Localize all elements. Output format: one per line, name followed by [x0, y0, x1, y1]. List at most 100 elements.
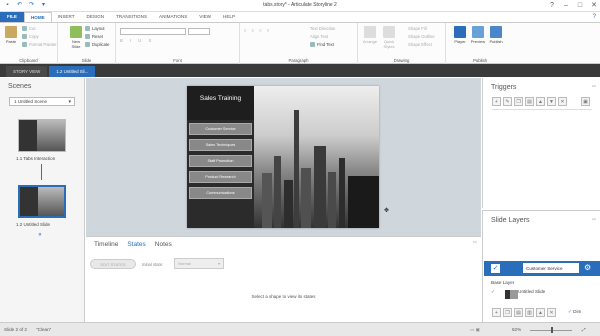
- duplicate-layer-icon[interactable]: ❐: [503, 308, 512, 317]
- gear-icon[interactable]: ⚙: [584, 263, 591, 272]
- tab-help[interactable]: HELP: [217, 12, 241, 22]
- tab-button-4[interactable]: Product Research: [189, 171, 252, 183]
- tab-button-1[interactable]: Customer Service: [189, 123, 252, 135]
- font-label: Font: [173, 58, 182, 63]
- chevron-down-icon: ▾: [68, 99, 71, 105]
- copy-trigger-icon[interactable]: ❐: [514, 97, 523, 106]
- base-layer-row[interactable]: ✓ Untitled Slide: [491, 289, 545, 295]
- player-button[interactable]: Player: [452, 26, 468, 44]
- tab-insert[interactable]: INSERT: [52, 12, 81, 22]
- copy-icon: [22, 34, 27, 39]
- panel-controls-icon[interactable]: ▫▫: [592, 84, 596, 90]
- new-slide-icon: [70, 26, 82, 38]
- edit-states-button[interactable]: EDIT STATES: [90, 259, 136, 269]
- layers-header: Slide Layers: [491, 217, 530, 224]
- align-text-button[interactable]: Align Text: [310, 34, 328, 40]
- new-trigger-icon[interactable]: +: [492, 97, 501, 106]
- copy-button[interactable]: Copy: [22, 34, 39, 40]
- reset-icon: [85, 34, 90, 39]
- paste-button[interactable]: Paste: [3, 26, 19, 44]
- layer-visibility-checkbox[interactable]: ✓: [491, 264, 500, 273]
- reset-button[interactable]: Reset: [85, 34, 103, 40]
- find-text-button[interactable]: Find Text: [310, 42, 334, 48]
- initial-state-dropdown[interactable]: Normal ▾: [174, 258, 224, 269]
- tab-design[interactable]: DESIGN: [81, 12, 111, 22]
- window-title: tabs.story* - Articulate Storyline 2: [263, 2, 337, 8]
- tab-story-view[interactable]: STORY VIEW: [6, 66, 48, 77]
- minimize-icon[interactable]: –: [562, 1, 570, 10]
- quick-styles-button[interactable]: Quick Styles: [381, 26, 397, 49]
- paste-trigger-icon[interactable]: ▤: [525, 97, 534, 106]
- publish-group: Player Preview Publish Publish: [450, 23, 510, 64]
- layer-row-selected[interactable]: ✓ Customer Service ⚙: [484, 261, 600, 276]
- slide-thumbnail-2[interactable]: [18, 185, 66, 218]
- tab-animations[interactable]: ANIMATIONS: [153, 12, 193, 22]
- maximize-icon[interactable]: □: [576, 1, 584, 10]
- tab-button-5[interactable]: Communications: [189, 187, 252, 199]
- help-icon[interactable]: ?: [548, 1, 556, 10]
- view-mode-icons[interactable]: ▭ ▣: [470, 327, 480, 333]
- shape-outline-button[interactable]: Shape Outline: [408, 34, 435, 40]
- paste-icon: [5, 26, 17, 38]
- copy-layer-icon[interactable]: ▤: [514, 308, 523, 317]
- tab-states[interactable]: States: [127, 241, 145, 248]
- font-size-dropdown[interactable]: [188, 28, 210, 35]
- delete-trigger-icon[interactable]: ✕: [558, 97, 567, 106]
- paste-layer-icon[interactable]: ▥: [525, 308, 534, 317]
- tab-file[interactable]: FILE: [0, 12, 24, 22]
- font-format-buttons[interactable]: B I U S: [120, 38, 154, 44]
- move-up-icon[interactable]: ▲: [536, 97, 545, 106]
- arrange-button[interactable]: Arrange: [362, 26, 378, 44]
- tab-timeline[interactable]: Timeline: [94, 241, 118, 248]
- help-circle-icon[interactable]: ?: [593, 14, 596, 20]
- tab-home[interactable]: HOME: [23, 12, 52, 22]
- chevron-down-icon: ▾: [217, 261, 220, 266]
- font-family-dropdown[interactable]: [120, 28, 186, 35]
- move-layer-icon[interactable]: ▲: [536, 308, 545, 317]
- preview-button[interactable]: Preview: [470, 26, 486, 44]
- list-buttons[interactable]: ≡ ≡ ≡ ≡: [244, 28, 271, 34]
- tab-view[interactable]: VIEW: [193, 12, 217, 22]
- tab-current-slide[interactable]: 1.2 Untitled Sli...: [49, 66, 96, 77]
- publish-button[interactable]: Publish: [488, 26, 504, 44]
- slide-count: Slide 2 of 2: [4, 327, 27, 332]
- check-icon: ✓: [491, 289, 495, 294]
- new-slide-button[interactable]: New Slide: [68, 26, 84, 49]
- scene-dropdown[interactable]: 1 Untitled Scene ▾: [9, 97, 75, 106]
- initial-state-label: Initial state:: [142, 262, 164, 267]
- variables-icon[interactable]: ▣: [581, 97, 590, 106]
- paragraph-group: ≡ ≡ ≡ ≡ Text Direction Align Text Find T…: [240, 23, 358, 64]
- delete-layer-icon[interactable]: ✕: [547, 308, 556, 317]
- edit-trigger-icon[interactable]: ✎: [503, 97, 512, 106]
- bottom-tabs: Timeline States Notes: [94, 241, 172, 248]
- layer-name-input[interactable]: Customer Service: [523, 263, 579, 273]
- shape-fill-button[interactable]: Shape Fill: [408, 26, 427, 32]
- tab-button-3[interactable]: Staff Promotion: [189, 155, 252, 167]
- player-icon: [454, 26, 466, 38]
- tab-button-2[interactable]: Sales Techniques: [189, 139, 252, 151]
- slide-thumbnail-1[interactable]: [18, 119, 66, 152]
- slide-link-arrow: [41, 164, 42, 180]
- duplicate-button[interactable]: Duplicate: [85, 42, 109, 48]
- tab-transitions[interactable]: TRANSITIONS: [110, 12, 153, 22]
- bottom-panel: Timeline States Notes ▫▫ EDIT STATES Ini…: [86, 236, 481, 322]
- fit-to-window-icon[interactable]: ⤢: [582, 327, 586, 332]
- duplicate-icon: [85, 42, 90, 47]
- close-icon[interactable]: ✕: [590, 1, 598, 10]
- dim-toggle[interactable]: ✓ Dim: [568, 309, 581, 315]
- window-controls: ? – □ ✕: [548, 1, 598, 10]
- new-layer-icon[interactable]: +: [492, 308, 501, 317]
- cut-button[interactable]: Cut: [22, 26, 36, 32]
- shape-effect-button[interactable]: Shape Effect: [408, 42, 432, 48]
- zoom-handle[interactable]: [551, 327, 553, 333]
- move-down-icon[interactable]: ▼: [547, 97, 556, 106]
- text-direction-button[interactable]: Text Direction: [310, 26, 335, 32]
- slide[interactable]: Sales Training Customer Service Sales Te…: [187, 86, 379, 228]
- layout-button[interactable]: Layout: [85, 26, 105, 32]
- triggers-panel: Triggers ▫▫ + ✎ ❐ ▤ ▲ ▼ ✕ ▣: [482, 78, 600, 208]
- tab-notes[interactable]: Notes: [155, 241, 172, 248]
- panel-controls-icon[interactable]: ▫▫: [592, 217, 596, 223]
- format-painter-button[interactable]: Format Painter: [22, 42, 57, 48]
- city-image: [254, 86, 379, 228]
- panel-controls-icon[interactable]: ▫▫: [473, 240, 477, 246]
